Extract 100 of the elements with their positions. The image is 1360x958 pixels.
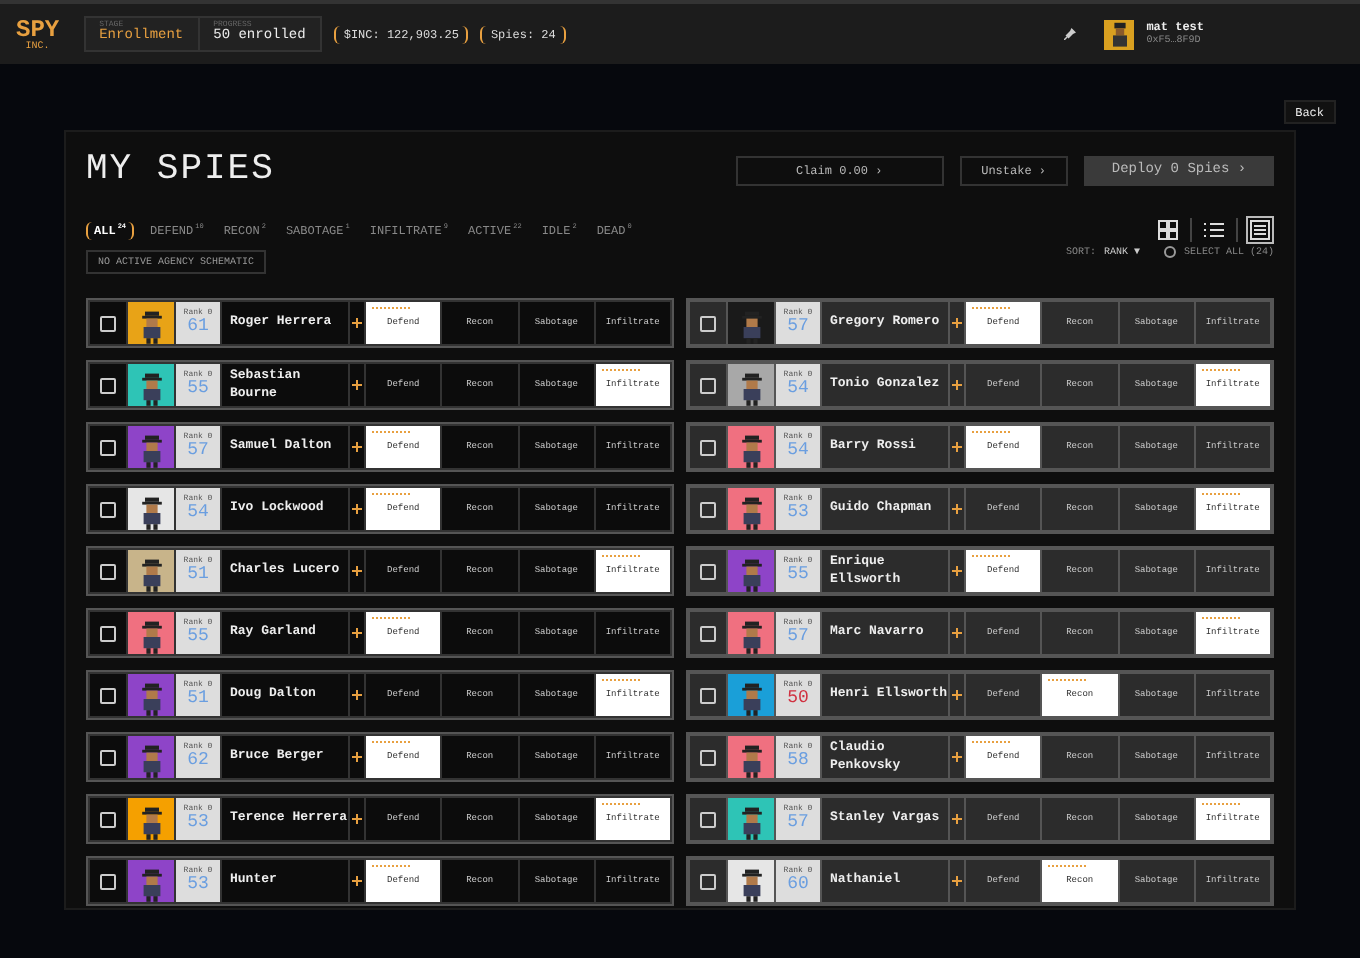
row-checkbox[interactable]: [700, 501, 716, 517]
plus-icon: [352, 752, 362, 762]
row-checkbox[interactable]: [700, 625, 716, 641]
add-button[interactable]: [950, 550, 964, 592]
row-checkbox[interactable]: [700, 687, 716, 703]
dash-marker-icon: [1048, 864, 1089, 868]
dash-marker-icon: [972, 306, 1012, 310]
agent-figure-icon: [737, 372, 765, 406]
rank-value: 54: [787, 442, 809, 460]
plus-icon: [352, 504, 362, 514]
add-button[interactable]: [350, 302, 364, 344]
row-checkbox[interactable]: [100, 811, 116, 827]
agent-figure-icon: [737, 744, 765, 778]
plus-icon: [952, 690, 962, 700]
table-view-icon[interactable]: [1246, 216, 1274, 244]
row-checkbox[interactable]: [700, 749, 716, 765]
rank-value: 55: [187, 380, 209, 398]
add-button[interactable]: [350, 426, 364, 468]
row-checkbox[interactable]: [700, 563, 716, 579]
row-checkbox[interactable]: [100, 625, 116, 641]
dash-marker-icon: [601, 554, 642, 558]
plus-icon: [952, 318, 962, 328]
plus-icon: [352, 318, 362, 328]
dash-marker-icon: [972, 554, 1012, 558]
plus-icon: [352, 566, 362, 576]
rank-value: 57: [787, 814, 809, 832]
add-button[interactable]: [350, 860, 364, 902]
add-button[interactable]: [950, 426, 964, 468]
agent-figure-icon: [737, 496, 765, 530]
row-checkbox[interactable]: [100, 501, 116, 517]
rank-value: 57: [787, 628, 809, 646]
dash-marker-icon: [372, 616, 412, 620]
add-button[interactable]: [950, 488, 964, 530]
plus-icon: [952, 380, 962, 390]
add-button[interactable]: [350, 674, 364, 716]
row-checkbox[interactable]: [100, 563, 116, 579]
agent-figure-icon: [137, 372, 165, 406]
row-checkbox[interactable]: [700, 377, 716, 393]
agent-figure-icon: [137, 806, 165, 840]
dash-marker-icon: [372, 864, 412, 868]
row-checkbox[interactable]: [700, 873, 716, 889]
add-button[interactable]: [950, 860, 964, 902]
dash-marker-icon: [1201, 492, 1242, 496]
dash-marker-icon: [601, 678, 642, 682]
row-checkbox[interactable]: [100, 873, 116, 889]
dash-marker-icon: [1201, 616, 1242, 620]
row-checkbox[interactable]: [100, 439, 116, 455]
row-checkbox[interactable]: [100, 315, 116, 331]
rank-value: 61: [187, 318, 209, 336]
dash-marker-icon: [1201, 802, 1242, 806]
add-button[interactable]: [350, 550, 364, 592]
rank-value: 51: [187, 566, 209, 584]
agent-figure-icon: [737, 682, 765, 716]
row-checkbox[interactable]: [700, 439, 716, 455]
dash-marker-icon: [601, 368, 642, 372]
rank-value: 58: [787, 752, 809, 770]
grid-view-icon[interactable]: [1154, 216, 1182, 244]
row-checkbox[interactable]: [100, 749, 116, 765]
dash-marker-icon: [1048, 678, 1089, 682]
rank-value: 55: [187, 628, 209, 646]
pin-icon[interactable]: [1064, 28, 1077, 40]
row-checkbox[interactable]: [700, 315, 716, 331]
dash-marker-icon: [372, 306, 412, 310]
agent-figure-icon: [137, 620, 165, 654]
select-all-radio[interactable]: [1163, 246, 1176, 258]
add-button[interactable]: [350, 612, 364, 654]
page-title: MY SPIES: [86, 150, 275, 190]
add-button[interactable]: [350, 798, 364, 840]
rank-value: 50: [787, 690, 809, 708]
plus-icon: [952, 566, 962, 576]
row-checkbox[interactable]: [100, 377, 116, 393]
add-button[interactable]: [350, 488, 364, 530]
add-button[interactable]: [950, 674, 964, 716]
row-checkbox[interactable]: [100, 687, 116, 703]
rank-value: 62: [187, 752, 209, 770]
add-button[interactable]: [950, 612, 964, 654]
user-avatar[interactable]: [1104, 19, 1135, 49]
plus-icon: [952, 876, 962, 886]
add-button[interactable]: [350, 736, 364, 778]
row-checkbox[interactable]: [700, 811, 716, 827]
add-button[interactable]: [950, 302, 964, 344]
logo-text: SPY: [16, 17, 60, 41]
dash-marker-icon: [372, 430, 412, 434]
rank-value: 51: [187, 690, 209, 708]
agent-figure-icon: [737, 868, 765, 902]
add-button[interactable]: [350, 364, 364, 406]
agent-figure-icon: [137, 434, 165, 468]
rank-value: 54: [187, 504, 209, 522]
agent-figure-icon: [737, 806, 765, 840]
add-button[interactable]: [950, 798, 964, 840]
agent-figure-icon: [137, 682, 165, 716]
rank-value: 53: [187, 814, 209, 832]
add-button[interactable]: [950, 736, 964, 778]
plus-icon: [952, 752, 962, 762]
add-button[interactable]: [950, 364, 964, 406]
plus-icon: [952, 628, 962, 638]
rank-value: 57: [787, 318, 809, 336]
agent-figure-icon: [137, 310, 165, 344]
rank-value: 57: [187, 442, 209, 460]
rank-value: 53: [187, 876, 209, 894]
